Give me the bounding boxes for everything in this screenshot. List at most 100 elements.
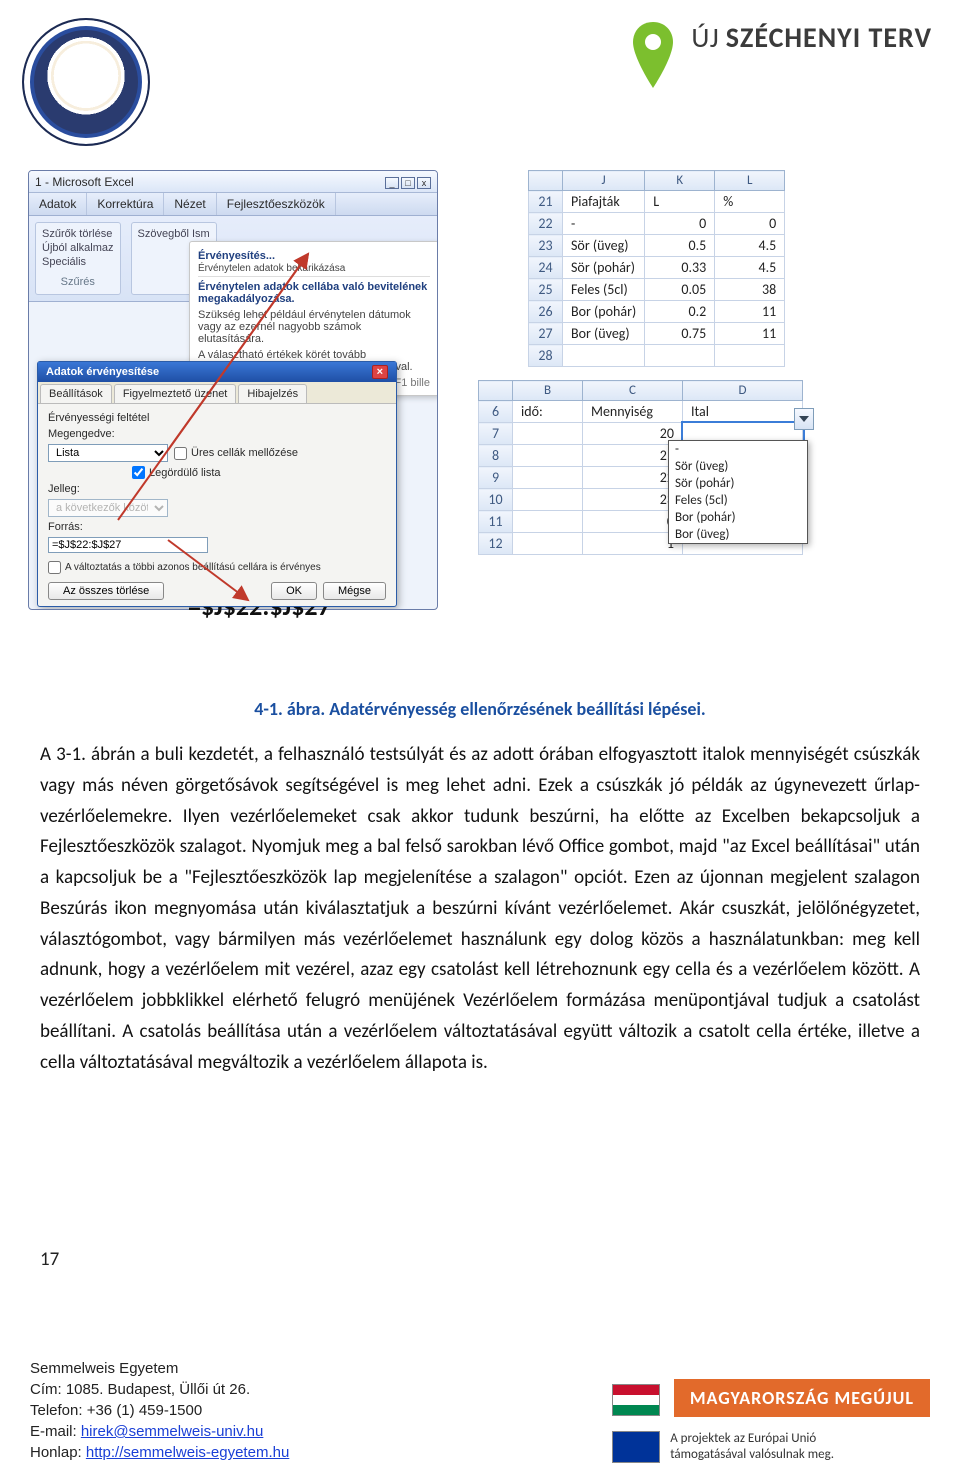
dropdown-item[interactable]: Feles (5cl): [669, 492, 807, 509]
row-header[interactable]: 8: [479, 445, 513, 467]
dropdown-item[interactable]: Sör (üveg): [669, 458, 807, 475]
row-header[interactable]: 10: [479, 489, 513, 511]
tab-adatok[interactable]: Adatok: [29, 193, 87, 215]
row-header[interactable]: 27: [529, 323, 563, 345]
sheet-piafajtak: JKL 21PiafajtákL% 22-00 23Sör (üveg)0.54…: [528, 170, 785, 367]
row-header[interactable]: 22: [529, 213, 563, 235]
dropdown-item[interactable]: Bor (üveg): [669, 526, 807, 543]
col-header-k[interactable]: K: [645, 171, 715, 191]
tooltip-menu-item[interactable]: Érvényesítés...: [198, 250, 275, 262]
row-header[interactable]: 28: [529, 345, 563, 367]
excel-window: 1 - Microsoft Excel _□x Adatok Korrektúr…: [28, 170, 438, 610]
row-header[interactable]: 11: [479, 511, 513, 533]
dialog-section-label: Érvényességi feltétel: [48, 412, 386, 424]
tooltip-menu-item-2[interactable]: Érvénytelen adatok bekarikázása: [198, 263, 345, 274]
cancel-button[interactable]: Mégse: [323, 582, 386, 600]
cell[interactable]: Bor (pohár): [563, 301, 645, 323]
row-header[interactable]: 25: [529, 279, 563, 301]
validation-dropdown-list: - Sör (üveg) Sör (pohár) Feles (5cl) Bor…: [668, 440, 808, 544]
cell[interactable]: [513, 511, 583, 533]
ribbon-item[interactable]: Speciális: [42, 255, 114, 269]
cell[interactable]: 11: [715, 301, 785, 323]
dialog-close-icon[interactable]: ×: [372, 365, 388, 379]
cell[interactable]: 0.5: [645, 235, 715, 257]
row-header[interactable]: 6: [479, 401, 513, 423]
ribbon-item[interactable]: Újból alkalmaz: [42, 241, 114, 255]
cell[interactable]: Sör (üveg): [563, 235, 645, 257]
contact-email-label: E-mail:: [30, 1423, 81, 1440]
row-header[interactable]: 24: [529, 257, 563, 279]
cell[interactable]: [513, 467, 583, 489]
window-buttons[interactable]: _□x: [383, 175, 431, 189]
row-header[interactable]: 9: [479, 467, 513, 489]
cell[interactable]: Piafajták: [563, 191, 645, 213]
dialog-tab-input-message[interactable]: Figyelmeztető üzenet: [114, 384, 237, 403]
page-number: 17: [40, 1248, 59, 1271]
cell[interactable]: [513, 533, 583, 555]
row-header[interactable]: 7: [479, 423, 513, 445]
cell[interactable]: 4.5: [715, 235, 785, 257]
cell[interactable]: 0: [645, 213, 715, 235]
col-header[interactable]: [529, 171, 563, 191]
cell[interactable]: [563, 345, 645, 367]
dropdown-item[interactable]: Sör (pohár): [669, 475, 807, 492]
cell-dropdown-button[interactable]: [794, 408, 814, 430]
dropdown-item[interactable]: -: [669, 441, 807, 458]
cell[interactable]: Mennyiség: [583, 401, 683, 423]
in-cell-dropdown-checkbox[interactable]: [132, 466, 145, 479]
row-header[interactable]: 12: [479, 533, 513, 555]
cell[interactable]: 38: [715, 279, 785, 301]
cell[interactable]: [513, 423, 583, 445]
ribbon-item[interactable]: Szövegből Ism: [138, 227, 210, 241]
cell[interactable]: [645, 345, 715, 367]
cell[interactable]: [715, 345, 785, 367]
tab-nezet[interactable]: Nézet: [164, 193, 216, 215]
cell[interactable]: 0.05: [645, 279, 715, 301]
col-header-c[interactable]: C: [583, 381, 683, 401]
dialog-tab-error-alert[interactable]: Hibajelzés: [238, 384, 307, 403]
contact-web-link[interactable]: http://semmelweis-egyetem.hu: [86, 1444, 289, 1461]
cell[interactable]: %: [715, 191, 785, 213]
row-header[interactable]: 26: [529, 301, 563, 323]
dialog-tab-settings[interactable]: Beállítások: [40, 384, 112, 403]
cell[interactable]: Feles (5cl): [563, 279, 645, 301]
tab-korrektura[interactable]: Korrektúra: [87, 193, 164, 215]
ignore-blank-checkbox[interactable]: [174, 447, 187, 460]
col-header-l[interactable]: L: [715, 171, 785, 191]
ok-button[interactable]: OK: [271, 582, 317, 600]
row-header[interactable]: 21: [529, 191, 563, 213]
cell[interactable]: L: [645, 191, 715, 213]
tab-fejlesztoeszkozok[interactable]: Fejlesztőeszközök: [217, 193, 336, 215]
cell[interactable]: 0: [715, 213, 785, 235]
cell[interactable]: 0.75: [645, 323, 715, 345]
contact-block: Semmelweis Egyetem Cím: 1085. Budapest, …: [30, 1358, 289, 1463]
clear-all-button[interactable]: Az összes törlése: [48, 582, 164, 600]
cell[interactable]: [513, 489, 583, 511]
ribbon-group-caption: Szűrés: [42, 275, 114, 289]
dropdown-item[interactable]: Bor (pohár): [669, 509, 807, 526]
data-select: a következők között van: [48, 499, 168, 517]
source-input[interactable]: [48, 537, 208, 553]
map-pin-icon: [629, 20, 677, 90]
cell[interactable]: -: [563, 213, 645, 235]
cell[interactable]: idő:: [513, 401, 583, 423]
cell[interactable]: 0.2: [645, 301, 715, 323]
ribbon-item[interactable]: Szűrők törlése: [42, 227, 114, 241]
apply-changes-checkbox[interactable]: [48, 561, 61, 574]
col-header-j[interactable]: J: [563, 171, 645, 191]
cell[interactable]: Bor (üveg): [563, 323, 645, 345]
cell[interactable]: Sör (pohár): [563, 257, 645, 279]
cell[interactable]: 4.5: [715, 257, 785, 279]
cell[interactable]: 0.33: [645, 257, 715, 279]
eu-subline-1: A projektek az Európai Unió: [670, 1431, 834, 1447]
row-header[interactable]: 23: [529, 235, 563, 257]
col-header-d[interactable]: D: [683, 381, 803, 401]
col-header[interactable]: [479, 381, 513, 401]
allow-select[interactable]: Lista: [48, 444, 168, 462]
cell[interactable]: Ital: [683, 401, 803, 423]
contact-email-link[interactable]: hirek@semmelweis-univ.hu: [81, 1423, 264, 1440]
col-header-b[interactable]: B: [513, 381, 583, 401]
dialog-tabs: Beállítások Figyelmeztető üzenet Hibajel…: [38, 382, 396, 404]
cell[interactable]: [513, 445, 583, 467]
cell[interactable]: 11: [715, 323, 785, 345]
